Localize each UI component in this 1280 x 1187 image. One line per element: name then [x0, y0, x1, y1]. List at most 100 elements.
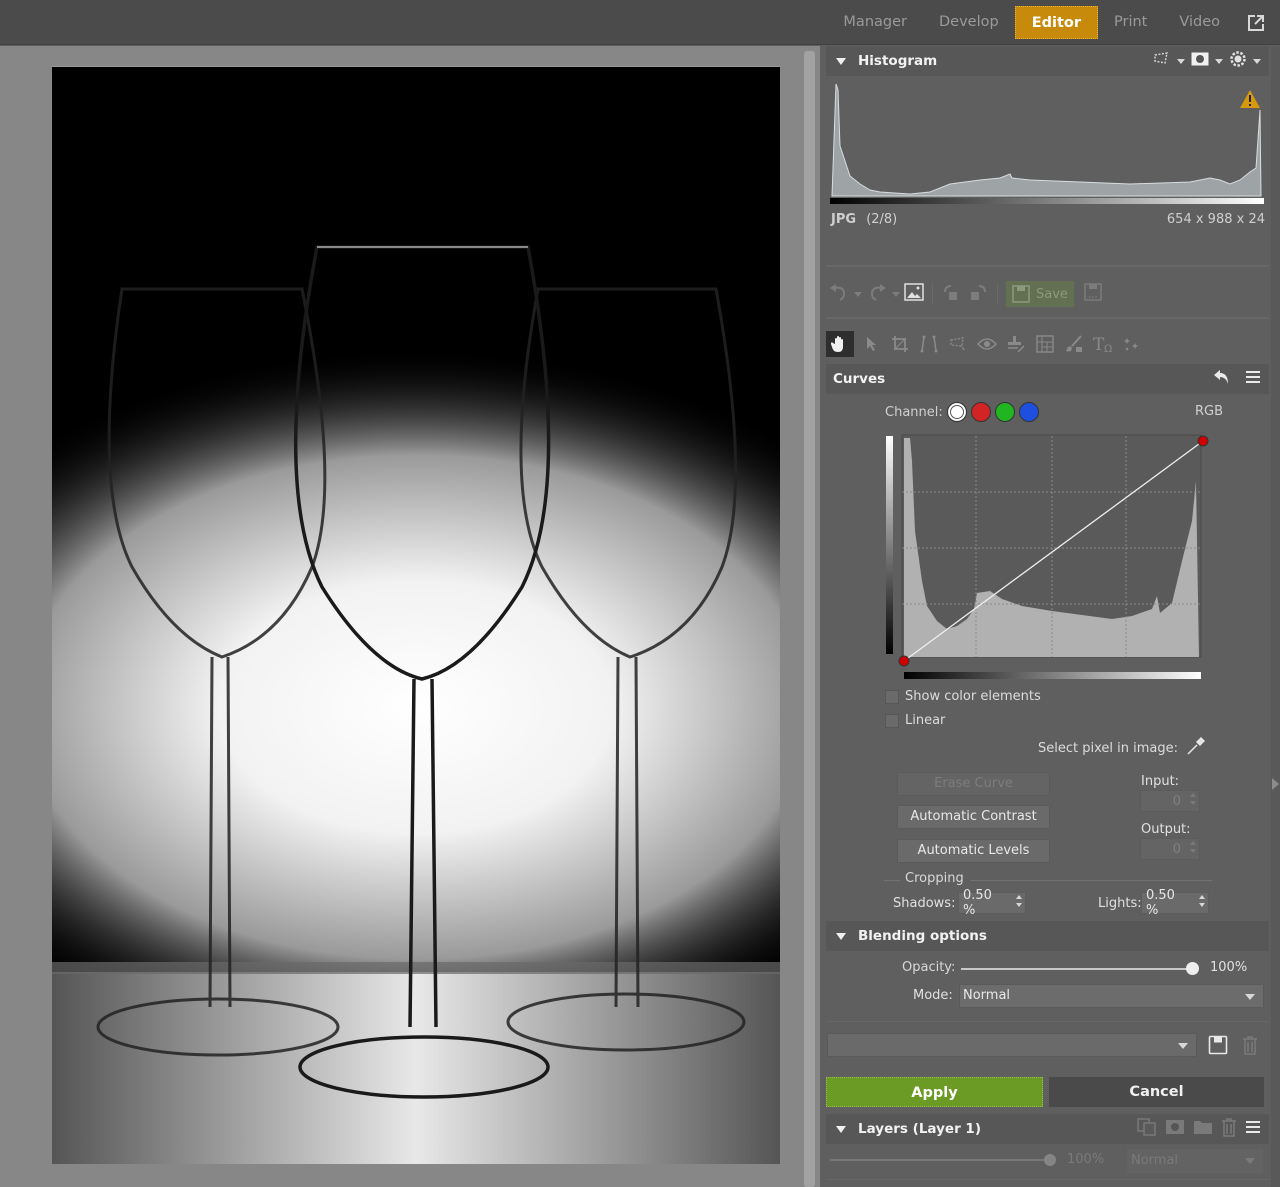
- chevron-down-icon[interactable]: [854, 291, 862, 297]
- panel-scrollbar[interactable]: [1271, 46, 1280, 1187]
- collapse-triangle-icon[interactable]: [836, 57, 846, 65]
- redo-icon[interactable]: [866, 282, 888, 306]
- preset-select[interactable]: [827, 1033, 1197, 1057]
- text-tool[interactable]: TΩ: [1091, 331, 1115, 357]
- effects-tool[interactable]: [1120, 331, 1144, 357]
- show-color-elements-row[interactable]: Show color elements: [885, 689, 1041, 704]
- lights-spinner[interactable]: 0.50 %: [1141, 888, 1209, 918]
- layers-title: Layers (Layer 1): [858, 1121, 981, 1137]
- perspective-tool[interactable]: [917, 331, 941, 357]
- rotate-left-icon[interactable]: [941, 282, 963, 306]
- folder-icon[interactable]: [1193, 1119, 1213, 1139]
- opacity-slider-thumb[interactable]: [1186, 962, 1199, 975]
- perspective-icon: [920, 335, 938, 353]
- rotate-right-icon[interactable]: [967, 282, 989, 306]
- apply-button[interactable]: Apply: [826, 1077, 1043, 1107]
- red-eye-tool[interactable]: [975, 331, 999, 357]
- chevron-down-icon[interactable]: [1177, 58, 1185, 64]
- automatic-contrast-button[interactable]: Automatic Contrast: [897, 805, 1050, 829]
- layers-header[interactable]: Layers (Layer 1): [826, 1114, 1269, 1144]
- divider: [970, 880, 1212, 881]
- image-viewer[interactable]: [0, 46, 820, 1187]
- curve-editor[interactable]: [882, 431, 1214, 681]
- tools-toolbar: TΩ: [826, 330, 1144, 358]
- layers-menu-icon[interactable]: [1245, 1120, 1261, 1138]
- eyedropper-icon[interactable]: [1186, 736, 1206, 760]
- curve-point-white[interactable]: [1197, 435, 1209, 447]
- linear-checkbox[interactable]: [885, 713, 899, 728]
- delete-layer-icon[interactable]: [1221, 1117, 1237, 1141]
- save-label: Save: [1036, 286, 1068, 302]
- menu-icon[interactable]: [1245, 370, 1261, 388]
- show-color-elements-label: Show color elements: [905, 689, 1041, 704]
- collapse-triangle-icon[interactable]: [836, 1125, 846, 1133]
- save-button[interactable]: Save: [1006, 281, 1074, 307]
- curve-point-black[interactable]: [898, 655, 910, 667]
- external-window-icon[interactable]: [1242, 6, 1270, 39]
- gear-icon[interactable]: [1229, 50, 1247, 72]
- divider: [826, 1179, 1269, 1180]
- opacity-slider-track[interactable]: [961, 968, 1193, 970]
- brush-tool[interactable]: [1062, 331, 1086, 357]
- collapse-triangle-icon[interactable]: [836, 932, 846, 940]
- healing-tool[interactable]: [1033, 331, 1057, 357]
- curves-header: Curves: [826, 364, 1269, 394]
- save-preset-icon[interactable]: [1208, 1035, 1228, 1059]
- brush-icon: [1066, 335, 1082, 352]
- channel-green-button[interactable]: [994, 402, 1015, 422]
- tab-video[interactable]: Video: [1163, 6, 1236, 39]
- tab-editor[interactable]: Editor: [1014, 6, 1098, 39]
- photo-canvas[interactable]: [52, 66, 780, 1164]
- tab-print[interactable]: Print: [1098, 6, 1163, 39]
- erase-curve-button[interactable]: Erase Curve: [897, 772, 1050, 796]
- layer-mode-select[interactable]: Normal: [1127, 1149, 1263, 1173]
- input-gradient-bar: [904, 672, 1201, 679]
- linear-row[interactable]: Linear: [885, 713, 945, 728]
- blending-options-header[interactable]: Blending options: [826, 921, 1269, 951]
- pointer-tool[interactable]: [859, 331, 883, 357]
- shadows-spinner[interactable]: 0.50 %: [958, 888, 1026, 918]
- layer-opacity-track[interactable]: [830, 1159, 1050, 1161]
- floppy-icon: [1012, 285, 1030, 303]
- input-spinner[interactable]: 0: [1140, 790, 1200, 812]
- chevron-down-icon[interactable]: [892, 291, 900, 297]
- crop-tool[interactable]: [888, 331, 912, 357]
- channel-rgb-button[interactable]: [946, 402, 967, 422]
- chevron-down-icon[interactable]: [1253, 58, 1261, 64]
- channel-red-button[interactable]: [970, 402, 991, 422]
- shadows-label: Shadows:: [893, 896, 956, 911]
- reset-icon[interactable]: [1213, 369, 1231, 389]
- tab-manager[interactable]: Manager: [827, 6, 923, 39]
- increment-icon: [1190, 793, 1196, 797]
- layer-mode-value: Normal: [1131, 1153, 1179, 1168]
- clipping-warning-icon[interactable]: [1240, 90, 1260, 108]
- clone-stamp-tool[interactable]: [1004, 331, 1028, 357]
- expand-panel-arrow-icon[interactable]: [1272, 778, 1279, 790]
- image-icon[interactable]: [904, 283, 924, 305]
- channel-blue-button[interactable]: [1018, 402, 1039, 422]
- selection-tool[interactable]: [946, 331, 970, 357]
- cancel-button[interactable]: Cancel: [1049, 1077, 1264, 1107]
- output-value: 0: [1172, 841, 1181, 857]
- show-color-elements-checkbox[interactable]: [885, 689, 899, 704]
- viewer-scrollbar[interactable]: [804, 51, 815, 1187]
- trash-icon[interactable]: [1242, 1035, 1258, 1059]
- histogram-header[interactable]: Histogram: [826, 46, 1269, 76]
- automatic-levels-button[interactable]: Automatic Levels: [897, 839, 1050, 863]
- layer-opacity-thumb[interactable]: [1044, 1154, 1056, 1166]
- linear-label: Linear: [905, 713, 946, 728]
- selection-icon[interactable]: [1153, 52, 1171, 70]
- output-spinner[interactable]: 0: [1140, 838, 1200, 860]
- save-as-icon[interactable]: [1084, 283, 1102, 305]
- chevron-down-icon[interactable]: [1215, 58, 1223, 64]
- hand-tool[interactable]: [826, 331, 854, 357]
- channel-selector: Channel: RGB: [885, 402, 1265, 422]
- mask-icon[interactable]: [1191, 52, 1209, 70]
- duplicate-layer-icon[interactable]: [1137, 1118, 1157, 1140]
- tab-develop[interactable]: Develop: [923, 6, 1015, 39]
- decrement-icon: [1199, 903, 1205, 907]
- undo-icon[interactable]: [828, 282, 850, 306]
- mode-select[interactable]: Normal: [959, 984, 1264, 1008]
- layer-mask-icon[interactable]: [1165, 1119, 1185, 1139]
- svg-text:Ω: Ω: [1104, 344, 1112, 353]
